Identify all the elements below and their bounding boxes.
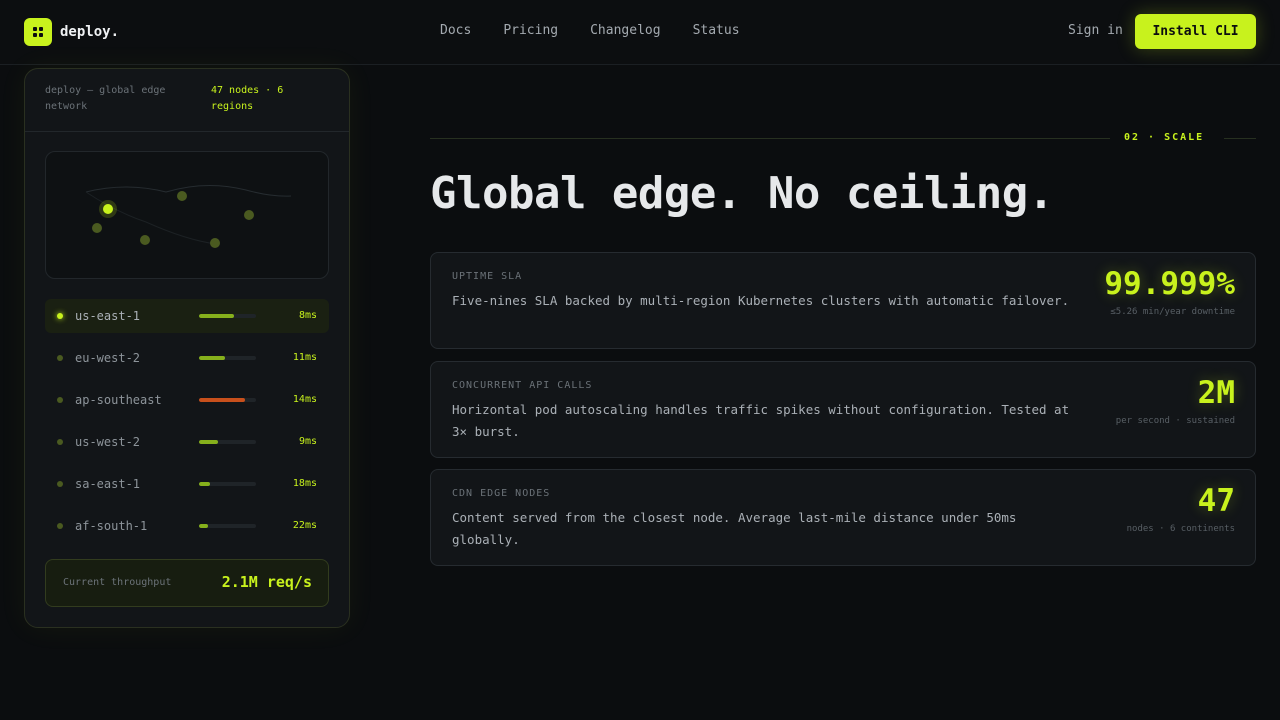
section-headline: Global edge. No ceiling. — [430, 168, 1054, 219]
nav-link-status[interactable]: Status — [693, 23, 740, 38]
stat-card-api-calls: CONCURRENT API CALLS Horizontal pod auto… — [430, 361, 1256, 458]
node-marker[interactable] — [244, 210, 254, 220]
region-latency: 9ms — [298, 436, 317, 447]
section-eyebrow: 02 · SCALE — [1124, 132, 1205, 143]
status-dot-icon — [57, 523, 63, 529]
region-row[interactable]: ap-southeast 14ms — [45, 383, 329, 417]
card-text: Five-nines SLA backed by multi-region Ku… — [452, 293, 1070, 308]
region-name: sa-east-1 — [75, 477, 141, 491]
load-bar — [199, 398, 256, 402]
card-label: CONCURRENT API CALLS — [452, 380, 593, 391]
load-bar-fill — [199, 398, 245, 402]
region-row[interactable]: us-east-1 8ms — [45, 299, 329, 333]
load-bar — [199, 440, 256, 444]
region-latency: 11ms — [292, 352, 317, 363]
card-subtext: ≤5.26 min/year downtime — [1110, 307, 1235, 317]
load-bar — [199, 314, 256, 318]
region-name: af-south-1 — [75, 519, 148, 533]
region-list: us-east-1 8ms eu-west-2 11ms ap-southeast 14m… — [45, 299, 329, 551]
region-name: ap-southeast — [75, 393, 162, 407]
throughput-box: Current throughput 2.1M req/s — [45, 559, 329, 607]
world-map — [45, 151, 329, 279]
load-bar-fill — [199, 482, 211, 486]
node-marker[interactable] — [92, 223, 102, 233]
panel-header: deploy — global edge network 47 nodes · … — [25, 69, 349, 132]
stat-card-uptime: UPTIME SLA Five-nines SLA backed by mult… — [430, 252, 1256, 349]
region-row[interactable]: sa-east-1 18ms — [45, 467, 329, 501]
region-latency: 18ms — [292, 478, 317, 489]
nav-link-docs[interactable]: Docs — [440, 23, 471, 38]
node-marker[interactable] — [140, 235, 150, 245]
throughput-label: Current throughput — [63, 577, 172, 588]
brand-logo[interactable]: deploy. — [24, 18, 119, 46]
region-latency: 22ms — [292, 520, 317, 531]
region-latency: 8ms — [298, 310, 317, 321]
region-row[interactable]: af-south-1 22ms — [45, 509, 329, 543]
status-dot-icon — [57, 439, 63, 445]
load-bar — [199, 356, 256, 360]
panel-summary: 47 nodes · 6 regions — [211, 85, 284, 112]
region-row[interactable]: eu-west-2 11ms — [45, 341, 329, 375]
card-subtext: nodes · 6 continents — [1126, 524, 1235, 534]
region-name: us-east-1 — [75, 309, 141, 323]
status-dot-icon — [57, 355, 63, 361]
sign-in-link[interactable]: Sign in — [1068, 23, 1123, 38]
install-cli-button[interactable]: Install CLI — [1135, 14, 1256, 49]
load-bar — [199, 524, 256, 528]
eyebrow-divider — [430, 138, 1110, 139]
region-row[interactable]: us-west-2 9ms — [45, 425, 329, 459]
node-marker[interactable] — [210, 238, 220, 248]
stat-card-edge-nodes: CDN EDGE NODES Content served from the c… — [430, 469, 1256, 566]
card-value: 47 — [1197, 483, 1235, 519]
region-name: eu-west-2 — [75, 351, 141, 365]
load-bar-fill — [199, 440, 218, 444]
node-marker[interactable] — [177, 191, 187, 201]
card-label: UPTIME SLA — [452, 271, 523, 282]
card-label: CDN EDGE NODES — [452, 488, 551, 499]
load-bar — [199, 482, 256, 486]
nav-links: Docs Pricing Changelog Status — [440, 23, 740, 38]
load-bar-fill — [199, 524, 208, 528]
card-text: Horizontal pod autoscaling handles traff… — [452, 402, 1070, 439]
status-dot-icon — [57, 481, 63, 487]
map-graphic — [85, 185, 292, 248]
status-dot-icon — [57, 313, 63, 319]
region-name: us-west-2 — [75, 435, 141, 449]
card-subtext: per second · sustained — [1115, 416, 1235, 426]
load-bar-fill — [199, 356, 225, 360]
load-bar-fill — [199, 314, 235, 318]
eyebrow-divider — [1224, 138, 1256, 139]
top-nav: deploy. Docs Pricing Changelog Status Si… — [0, 0, 1280, 65]
card-value: 2M — [1197, 375, 1235, 411]
throughput-value: 2.1M req/s — [221, 573, 312, 591]
nav-link-changelog[interactable]: Changelog — [590, 23, 660, 38]
nav-link-pricing[interactable]: Pricing — [503, 23, 558, 38]
card-text: Content served from the closest node. Av… — [452, 510, 1017, 547]
edge-network-panel: deploy — global edge network 47 nodes · … — [24, 68, 350, 628]
logo-grid-icon — [24, 18, 52, 46]
panel-title: deploy — global edge network — [45, 85, 166, 112]
card-value: 99.999% — [1104, 266, 1235, 302]
brand-name: deploy. — [60, 24, 120, 40]
region-latency: 14ms — [292, 394, 317, 405]
status-dot-icon — [57, 397, 63, 403]
